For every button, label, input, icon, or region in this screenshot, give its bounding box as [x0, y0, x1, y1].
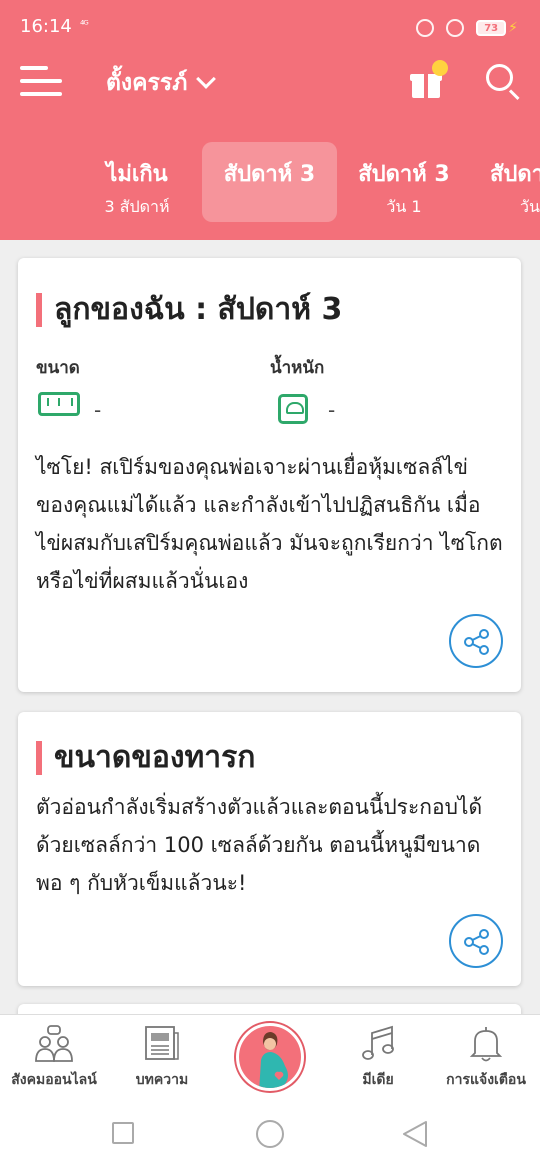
- alarm-icon: [446, 19, 465, 37]
- card-title: ลูกของฉัน : สัปดาห์ 3: [36, 286, 342, 333]
- app-title-dropdown[interactable]: ตั้งครรภ์: [106, 66, 217, 100]
- share-button[interactable]: [449, 614, 503, 668]
- status-bar: 16:14 ⁴ᴳ 73 ⚡: [0, 0, 540, 56]
- share-icon: [464, 929, 489, 955]
- tab-label: สัปดา: [490, 162, 540, 187]
- weight-label: น้ำหนัก: [270, 358, 325, 378]
- notification-dot: [432, 60, 448, 76]
- nav-notifications[interactable]: การแจ้งเตือน: [432, 1015, 540, 1101]
- system-navigation-bar: [0, 1100, 540, 1170]
- battery-icon: 73: [476, 20, 507, 36]
- bottom-navigation: สังคมออนไลน์ บทความ มีเดีย การแจ้งเตือน: [0, 1014, 540, 1100]
- nav-community-label: สังคมออนไลน์: [11, 1072, 97, 1088]
- card-title-text: ขนาดของทารก: [54, 740, 256, 775]
- status-icons: 73 ⚡: [416, 16, 518, 40]
- music-icon: [362, 1025, 394, 1060]
- card-body-text: ตัวอ่อนกำลังเริ่มสร้างตัวแล้วและตอนนี้ปร…: [36, 795, 483, 895]
- chevron-down-icon: [196, 69, 217, 89]
- gift-icon[interactable]: [410, 60, 448, 100]
- tab-label: สัปดาห์ 3: [223, 162, 316, 187]
- charging-icon: ⚡: [508, 20, 518, 36]
- status-time: 16:14: [20, 16, 72, 37]
- nav-articles-label: บทความ: [135, 1072, 189, 1088]
- pregnant-woman-icon: [259, 1032, 288, 1088]
- tab-label: สัปดาห์ 3: [358, 162, 450, 187]
- header: 16:14 ⁴ᴳ 73 ⚡ ตั้งครรภ์ ไม่เกิน 3 สัปดาห…: [0, 0, 540, 240]
- ruler-icon: [38, 392, 80, 416]
- home-icon[interactable]: [256, 1120, 284, 1148]
- recent-apps-icon[interactable]: [112, 1122, 134, 1144]
- nav-notifications-label: การแจ้งเตือน: [446, 1072, 526, 1088]
- baby-size-card: ขนาดของทารก ตัวอ่อนกำลังเริ่มสร้างตัวแล้…: [18, 712, 521, 986]
- size-label: ขนาด: [36, 358, 80, 378]
- size-value: -: [94, 398, 102, 422]
- share-icon: [464, 629, 489, 655]
- pregnancy-home-button[interactable]: [236, 1023, 304, 1091]
- nav-community[interactable]: สังคมออนไลน์: [0, 1015, 108, 1101]
- tab-week-3-day-1[interactable]: สัปดาห์ 3 วัน 1: [344, 142, 464, 222]
- menu-icon[interactable]: [20, 66, 62, 96]
- tab-sublabel: วัน: [520, 197, 540, 216]
- card-title: ขนาดของทารก: [36, 734, 255, 781]
- back-icon[interactable]: [402, 1120, 428, 1148]
- nav-media[interactable]: มีเดีย: [324, 1015, 432, 1101]
- community-icon: [35, 1025, 73, 1062]
- tab-sublabel: 3 สัปดาห์: [104, 197, 170, 216]
- week-tabs: ไม่เกิน 3 สัปดาห์ สัปดาห์ 3 สัปดาห์ 3 วั…: [0, 142, 540, 224]
- baby-week-card: ลูกของฉัน : สัปดาห์ 3 ขนาด น้ำหนัก - - ไ…: [18, 258, 521, 692]
- title-accent-bar: [36, 740, 42, 775]
- app-title: ตั้งครรภ์: [106, 70, 188, 96]
- tab-sublabel: วัน 1: [386, 197, 422, 216]
- vibrate-icon: [416, 19, 435, 37]
- weight-value: -: [328, 398, 336, 422]
- nav-articles[interactable]: บทความ: [108, 1015, 216, 1101]
- signal-icon: ⁴ᴳ: [80, 18, 89, 31]
- search-icon[interactable]: [486, 64, 522, 101]
- tab-week-3[interactable]: สัปดาห์ 3: [202, 142, 337, 222]
- tab-week-next[interactable]: สัปดา วัน: [478, 142, 540, 222]
- bell-icon: [469, 1027, 503, 1062]
- card-title-text: ลูกของฉัน : สัปดาห์ 3: [54, 292, 343, 327]
- title-accent-bar: [36, 292, 42, 327]
- share-button[interactable]: [449, 914, 503, 968]
- tab-label: ไม่เกิน: [106, 162, 168, 187]
- scale-icon: [278, 394, 308, 424]
- article-icon: [145, 1026, 179, 1060]
- card-body-text: ไซโย! สเปิร์มของคุณพ่อเจาะผ่านเยื่อหุ้มเ…: [36, 455, 503, 593]
- tab-before-3-weeks[interactable]: ไม่เกิน 3 สัปดาห์: [72, 142, 202, 222]
- nav-media-label: มีเดีย: [362, 1072, 394, 1088]
